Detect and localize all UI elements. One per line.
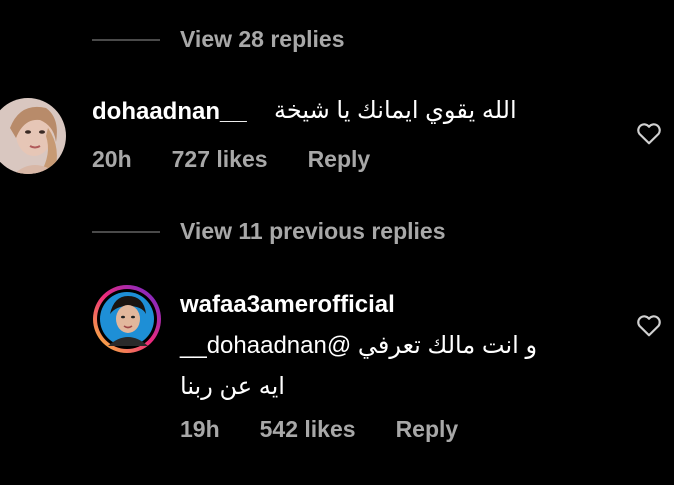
likes-count[interactable]: 727 likes (172, 146, 268, 173)
reply-text-line2: ايه عن ربنا (180, 373, 285, 400)
avatar-image (93, 285, 161, 353)
reply-button[interactable]: Reply (308, 146, 371, 173)
view-previous-replies-button[interactable]: View 11 previous replies (180, 218, 446, 245)
comment-timestamp: 20h (92, 146, 132, 172)
reply-button[interactable]: Reply (396, 416, 459, 443)
reply-username[interactable]: wafaa3amerofficial (180, 291, 395, 319)
view-previous-replies-row[interactable]: View 11 previous replies (92, 218, 446, 245)
heart-outline-icon[interactable] (636, 313, 662, 337)
thread-divider (92, 230, 160, 233)
commenter-avatar[interactable] (0, 98, 66, 174)
likes-count[interactable]: 542 likes (260, 416, 356, 443)
reply-timestamp: 19h (180, 416, 220, 442)
view-replies-button[interactable]: View 28 replies (180, 26, 345, 53)
avatar-image (0, 98, 66, 174)
comment-text: الله يقوي ايمانك يا شيخة (274, 97, 517, 124)
reply-avatar[interactable] (92, 284, 162, 354)
thread-divider (92, 38, 160, 41)
comment-meta: 20h 727 likes Reply (92, 146, 370, 173)
view-replies-row[interactable]: View 28 replies (92, 26, 345, 53)
reply-meta: 19h 542 likes Reply (180, 416, 458, 443)
comment-username[interactable]: dohaadnan__ (92, 98, 247, 126)
reply-text-line1: و انت مالك تعرفي @dohaadnan__ (180, 332, 538, 359)
heart-outline-icon[interactable] (636, 121, 662, 145)
